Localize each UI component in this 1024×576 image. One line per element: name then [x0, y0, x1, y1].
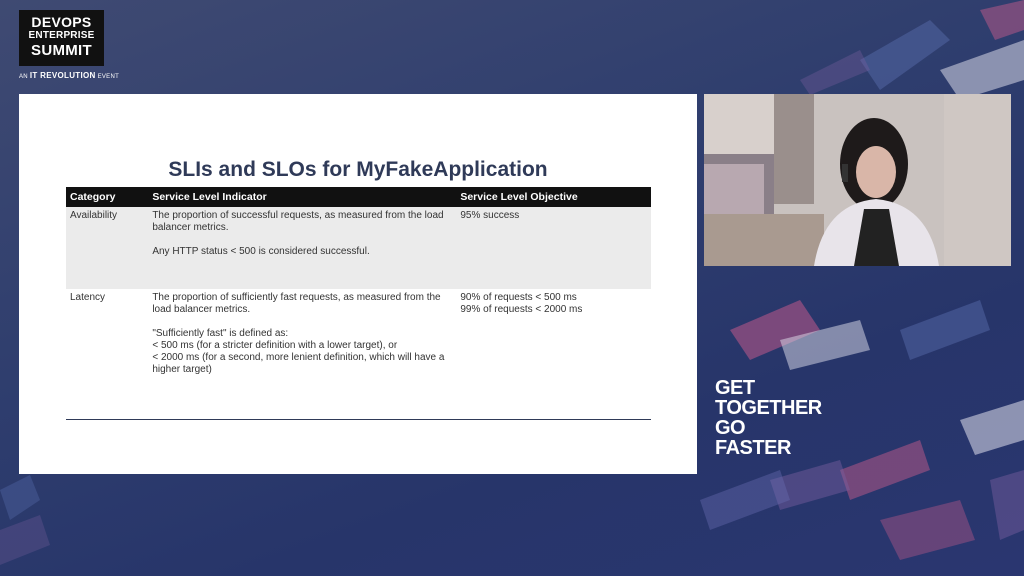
logo-tag-suffix: EVENT [97, 74, 120, 80]
sli-definition-line: < 500 ms (for a stricter definition with… [152, 340, 398, 351]
logo-tag-brand: IT REVOLUTION [29, 71, 96, 80]
slo-text: 90% of requests < 500 ms [460, 292, 577, 303]
tagline-line: FASTER [715, 437, 791, 459]
sli-text: Any HTTP status < 500 is considered succ… [152, 246, 370, 257]
sli-text: The proportion of successful requests, a… [152, 210, 444, 233]
devops-summit-logo: DEVOPS ENTERPRISE SUMMIT [19, 10, 104, 66]
header-category: Category [66, 187, 149, 207]
logo-tagline: AN IT REVOLUTION EVENT [19, 71, 119, 80]
sli-definition: "Sufficiently fast" is defined as: < 500… [152, 328, 452, 376]
sli-definition-line: "Sufficiently fast" is defined as: [152, 328, 289, 339]
speaker-webcam [704, 94, 1011, 266]
sli-slo-table: Category Service Level Indicator Service… [66, 187, 651, 413]
logo-line1: DEVOPS [31, 14, 92, 30]
slo-text: 99% of requests < 2000 ms [460, 304, 583, 315]
cell-category: Availability [66, 207, 149, 289]
header-sli: Service Level Indicator [148, 187, 457, 207]
cell-slo: 90% of requests < 500 ms 99% of requests… [456, 289, 651, 413]
get-together-go-faster-tagline: GET TOGETHER GO FASTER [715, 378, 822, 458]
table-row: Availability The proportion of successfu… [66, 207, 651, 289]
logo-line3: SUMMIT [31, 42, 92, 59]
cell-sli: The proportion of successful requests, a… [148, 207, 457, 289]
cell-category: Latency [66, 289, 149, 413]
presentation-slide: SLIs and SLOs for MyFakeApplication Cate… [19, 94, 697, 474]
tagline-line: GO [715, 417, 746, 439]
sli-definition-line: < 2000 ms (for a second, more lenient de… [152, 352, 445, 375]
cell-sli: The proportion of sufficiently fast requ… [148, 289, 457, 413]
logo-tag-prefix: AN [19, 74, 28, 80]
header-slo: Service Level Objective [456, 187, 651, 207]
webcam-image [704, 94, 1011, 266]
sli-text: The proportion of sufficiently fast requ… [152, 292, 441, 315]
table-row: Latency The proportion of sufficiently f… [66, 289, 651, 413]
table-header-row: Category Service Level Indicator Service… [66, 187, 651, 207]
cell-slo: 95% success [456, 207, 651, 289]
slo-text: 95% success [460, 210, 520, 221]
table-bottom-rule [66, 419, 651, 420]
tagline-line: TOGETHER [715, 397, 822, 419]
slide-title: SLIs and SLOs for MyFakeApplication [168, 158, 548, 181]
tagline-line: GET [715, 377, 755, 399]
logo-line2: ENTERPRISE [28, 30, 95, 41]
